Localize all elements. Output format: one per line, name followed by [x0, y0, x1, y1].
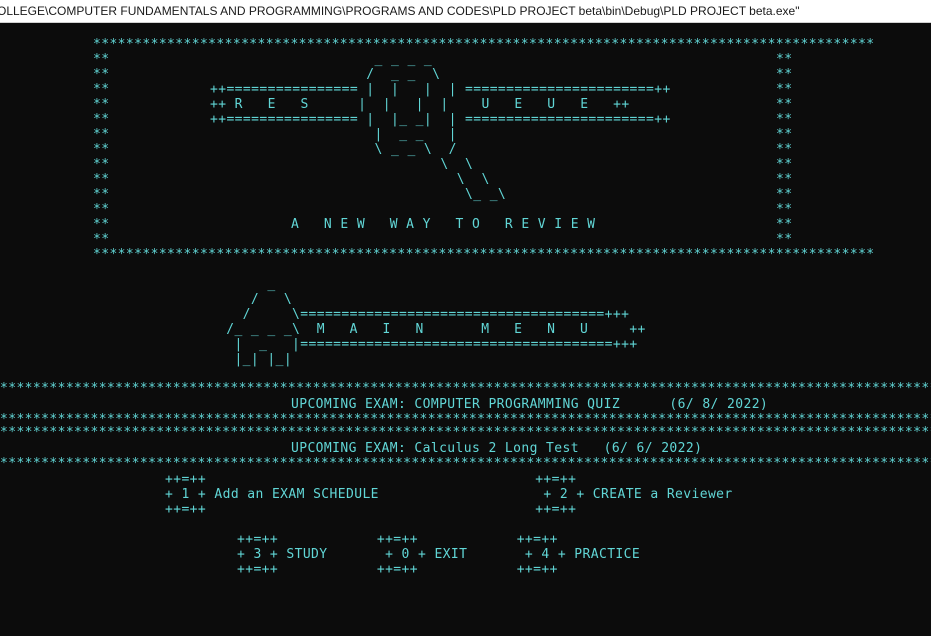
options-row1-bottom: ++=++ ++=++ — [165, 502, 577, 517]
window-title: OLLEGE\COMPUTER FUNDAMENTALS AND PROGRAM… — [0, 4, 800, 18]
options-row2-bottom: ++=++ ++=++ ++=++ — [237, 562, 558, 577]
banner-side-border: ** — [776, 112, 793, 127]
banner-side-border: ** — [93, 142, 110, 157]
banner-side-border: ** — [93, 157, 110, 172]
console-output: ****************************************… — [0, 23, 931, 636]
logo-line-3: ++================ | | | | =============… — [210, 82, 671, 97]
banner-side-border: ** — [93, 67, 110, 82]
banner-side-border: ** — [93, 187, 110, 202]
exam-separator: ****************************************… — [0, 381, 931, 396]
banner-side-border: ** — [776, 232, 793, 247]
banner-side-border: ** — [776, 157, 793, 172]
banner-side-border: ** — [776, 52, 793, 67]
banner-side-border: ** — [776, 97, 793, 112]
logo-line-4: ++ R E S | | | | U E U E ++ — [210, 97, 630, 112]
banner-side-border: ** — [776, 127, 793, 142]
exam-separator: ****************************************… — [0, 456, 931, 471]
banner-side-border: ** — [776, 202, 793, 217]
logo-line-1: _ _ _ _ — [210, 52, 433, 67]
options-row1-top: ++=++ ++=++ — [165, 472, 577, 487]
logo-line-7: \ _ _ \ / — [210, 142, 457, 157]
menu-header-line-3: / \=====================================… — [218, 307, 630, 322]
menu-title: /_ _ _ _\ M A I N M E N U ++ — [218, 322, 646, 337]
logo-line-2: / _ _ \ — [210, 67, 441, 82]
exam-separator: ****************************************… — [0, 425, 931, 440]
banner-side-border: ** — [776, 217, 793, 232]
banner-side-border: ** — [93, 232, 110, 247]
logo-line-6: | _ _ | — [210, 127, 457, 142]
logo-line-10: \_ _\ — [210, 187, 507, 202]
banner-top-border: ****************************************… — [93, 37, 875, 52]
banner-side-border: ** — [93, 97, 110, 112]
banner-side-border: ** — [93, 172, 110, 187]
logo-line-8: \ \ — [210, 157, 474, 172]
options-row2-top: ++=++ ++=++ ++=++ — [237, 532, 558, 547]
banner-side-border: ** — [93, 112, 110, 127]
banner-side-border: ** — [776, 187, 793, 202]
menu-header-line-6: |_| |_| — [218, 352, 293, 367]
menu-header-line-2: / \ — [218, 292, 293, 307]
banner-side-border: ** — [93, 217, 110, 232]
banner-side-border: ** — [93, 202, 110, 217]
banner-side-border: ** — [776, 142, 793, 157]
options-row2-labels: + 3 + STUDY + 0 + EXIT + 4 + PRACTICE — [237, 547, 641, 562]
menu-header-line-1: _ — [218, 277, 276, 292]
banner-side-border: ** — [776, 172, 793, 187]
banner-side-border: ** — [776, 67, 793, 82]
upcoming-exam-1: UPCOMING EXAM: COMPUTER PROGRAMMING QUIZ… — [291, 397, 769, 412]
banner-side-border: ** — [776, 82, 793, 97]
upcoming-exam-2: UPCOMING EXAM: Calculus 2 Long Test (6/ … — [291, 441, 703, 456]
banner-bottom-border: ****************************************… — [93, 247, 875, 262]
options-row1-labels: + 1 + Add an EXAM SCHEDULE + 2 + CREATE … — [165, 487, 733, 502]
banner-side-border: ** — [93, 127, 110, 142]
tagline: A N E W W A Y T O R E V I E W — [291, 217, 596, 232]
window-title-bar[interactable]: OLLEGE\COMPUTER FUNDAMENTALS AND PROGRAM… — [0, 0, 931, 23]
logo-line-9: \ \ — [210, 172, 490, 187]
logo-line-5: ++================ | |_ _| | ===========… — [210, 112, 671, 127]
banner-side-border: ** — [93, 52, 110, 67]
menu-header-line-5: | _ |===================================… — [218, 337, 638, 352]
banner-side-border: ** — [93, 82, 110, 97]
